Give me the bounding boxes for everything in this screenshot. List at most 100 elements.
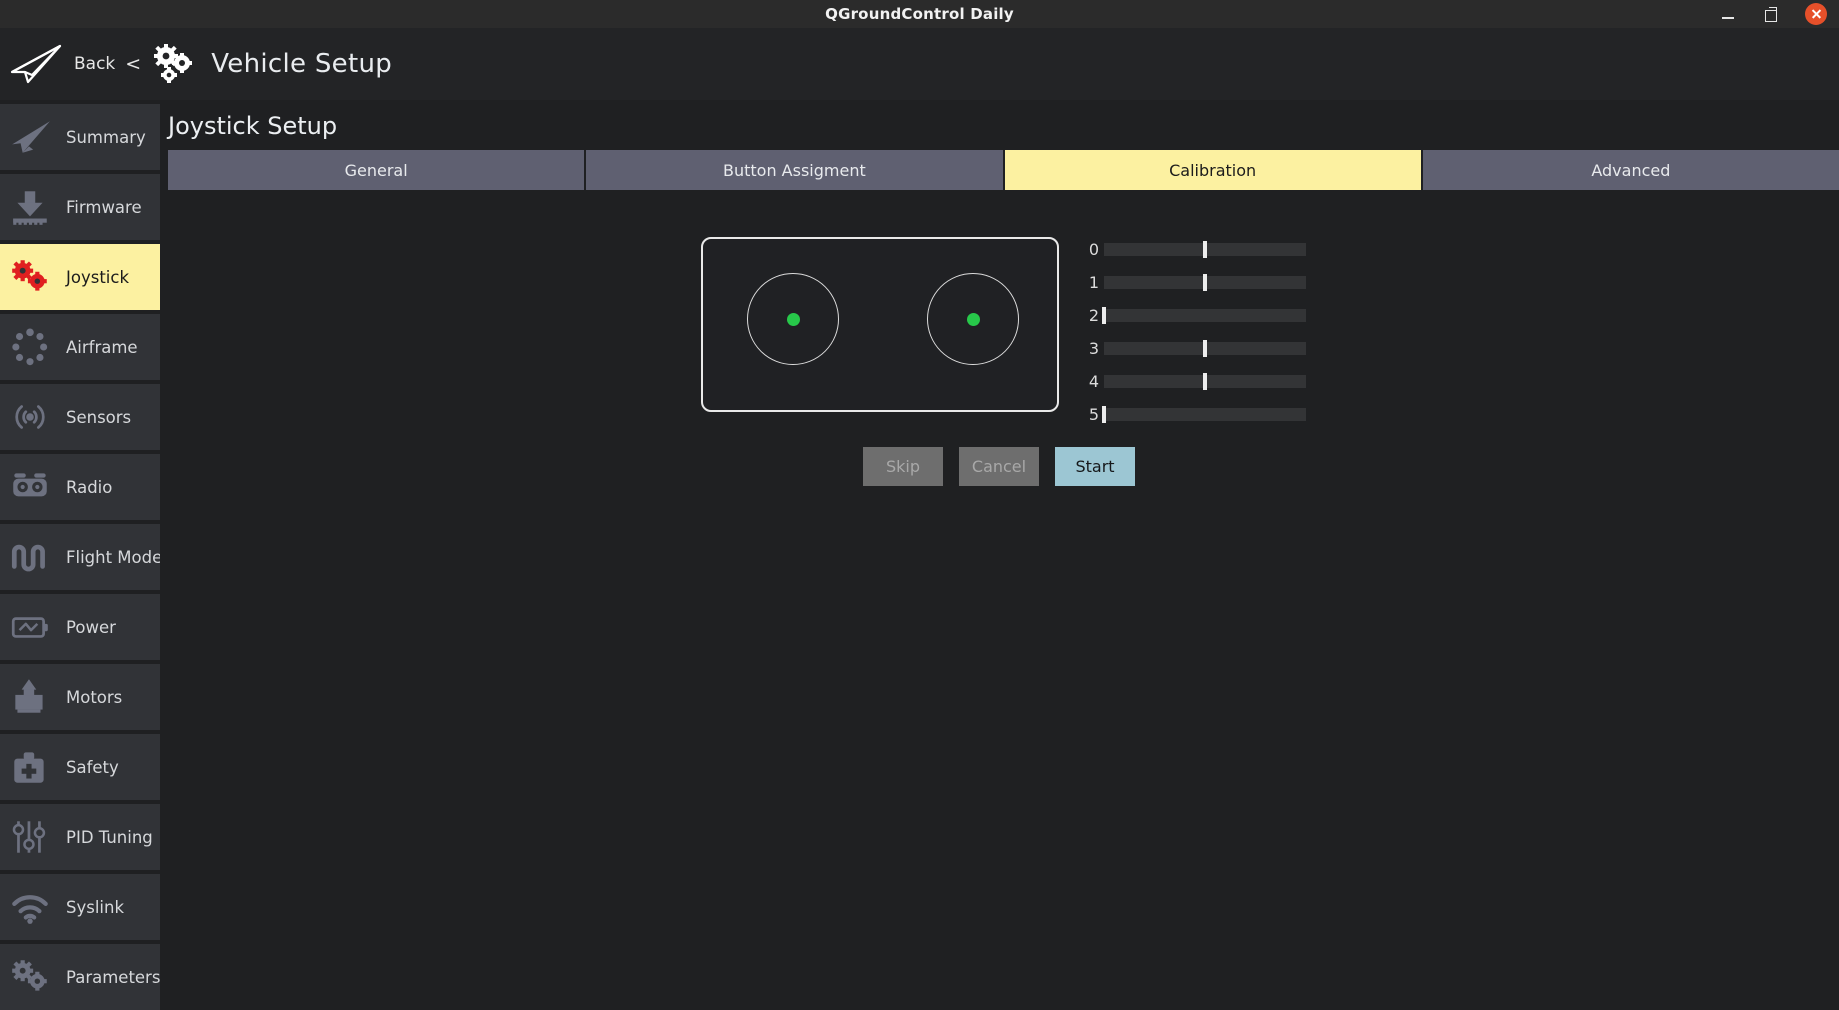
axis-row: 4	[1086, 365, 1306, 398]
tab-advanced[interactable]: Advanced	[1423, 150, 1839, 190]
axis-label: 1	[1086, 273, 1099, 292]
button-label: Start	[1075, 457, 1114, 476]
axis-bar	[1104, 276, 1306, 289]
axis-indicator	[1203, 373, 1207, 390]
sidebar-item-syslink[interactable]: Syslink	[0, 874, 160, 940]
sidebar-item-joystick[interactable]: Joystick	[0, 244, 160, 310]
left-stick-dot	[787, 313, 800, 326]
sidebar-item-summary[interactable]: Summary	[0, 104, 160, 170]
axis-bar	[1104, 408, 1306, 421]
axis-label: 2	[1086, 306, 1099, 325]
page-title: Joystick Setup	[160, 100, 1839, 140]
minimize-icon[interactable]	[1717, 3, 1739, 25]
axis-indicator	[1102, 307, 1106, 324]
left-stick-circle	[747, 273, 839, 365]
app-toolbar: Back < Vehicle Setup	[0, 28, 1839, 100]
sidebar-item-label: PID Tuning	[66, 828, 153, 847]
axis-indicator	[1203, 340, 1207, 357]
sidebar-item-label: Firmware	[66, 198, 142, 217]
window-controls	[1717, 0, 1839, 28]
sidebar-item-airframe[interactable]: Airframe	[0, 314, 160, 380]
back-label: Back	[74, 54, 115, 74]
sidebar-item-label: Motors	[66, 688, 122, 707]
tab-label: Button Assigment	[723, 161, 866, 180]
tab-bar: General Button Assigment Calibration Advanc…	[168, 150, 1839, 190]
skip-button: Skip	[863, 447, 943, 486]
sidebar-item-label: Syslink	[66, 898, 124, 917]
axis-label: 4	[1086, 372, 1099, 391]
window-title: QGroundControl Daily	[825, 5, 1014, 23]
axis-indicator	[1203, 274, 1207, 291]
axis-indicator	[1203, 241, 1207, 258]
gears-icon	[8, 257, 52, 297]
joystick-visual	[701, 237, 1059, 412]
page-heading: Vehicle Setup	[211, 49, 392, 79]
close-icon[interactable]	[1805, 3, 1827, 25]
download-icon	[8, 187, 52, 227]
axis-bar	[1104, 243, 1306, 256]
tab-button-assigment[interactable]: Button Assigment	[586, 150, 1002, 190]
axis-indicator	[1102, 406, 1106, 423]
axis-label: 3	[1086, 339, 1099, 358]
axis-row: 0	[1086, 233, 1306, 266]
first-aid-icon	[8, 747, 52, 787]
sidebar-item-label: Sensors	[66, 408, 131, 427]
sidebar-item-power[interactable]: Power	[0, 594, 160, 660]
axis-monitor: 0 1 2 3 4 5	[1086, 233, 1306, 431]
axis-bar	[1104, 309, 1306, 322]
tab-label: Advanced	[1591, 161, 1670, 180]
motor-icon	[8, 677, 52, 717]
sidebar-item-parameters[interactable]: Parameters	[0, 944, 160, 1010]
button-label: Cancel	[972, 457, 1026, 476]
cancel-button: Cancel	[959, 447, 1039, 486]
axis-row: 3	[1086, 332, 1306, 365]
back-button[interactable]: Back <	[0, 42, 141, 86]
sidebar-item-label: Parameters	[66, 968, 160, 987]
axis-label: 0	[1086, 240, 1099, 259]
maximize-icon[interactable]	[1761, 3, 1783, 25]
axis-bar	[1104, 342, 1306, 355]
start-button[interactable]: Start	[1055, 447, 1135, 486]
axis-row: 5	[1086, 398, 1306, 431]
sliders-icon	[8, 817, 52, 857]
axis-label: 5	[1086, 405, 1099, 424]
sidebar-item-label: Safety	[66, 758, 119, 777]
sidebar-item-label: Radio	[66, 478, 112, 497]
axis-bar	[1104, 375, 1306, 388]
gears-icon	[151, 42, 197, 86]
right-stick-dot	[967, 313, 980, 326]
wifi-icon	[8, 887, 52, 927]
radio-icon	[8, 467, 52, 507]
tab-general[interactable]: General	[168, 150, 584, 190]
waves-icon	[8, 537, 52, 577]
sidebar-item-sensors[interactable]: Sensors	[0, 384, 160, 450]
axis-row: 1	[1086, 266, 1306, 299]
setup-sidebar: Summary Firmware Joystick Airframe Sensors Ra…	[0, 100, 160, 966]
tab-label: General	[345, 161, 408, 180]
tab-label: Calibration	[1169, 161, 1256, 180]
chevron-left-icon: <	[125, 53, 141, 75]
axis-row: 2	[1086, 299, 1306, 332]
sidebar-item-radio[interactable]: Radio	[0, 454, 160, 520]
battery-icon	[8, 607, 52, 647]
tab-calibration[interactable]: Calibration	[1005, 150, 1421, 190]
sidebar-item-pid-tuning[interactable]: PID Tuning	[0, 804, 160, 870]
sidebar-item-motors[interactable]: Motors	[0, 664, 160, 730]
button-label: Skip	[886, 457, 920, 476]
sidebar-item-flight-modes[interactable]: Flight Modes	[0, 524, 160, 590]
paper-plane-icon	[8, 117, 52, 157]
sidebar-item-label: Joystick	[66, 268, 129, 287]
sidebar-item-label: Power	[66, 618, 116, 637]
window-titlebar: QGroundControl Daily	[0, 0, 1839, 28]
sidebar-item-firmware[interactable]: Firmware	[0, 174, 160, 240]
sidebar-item-label: Flight Modes	[66, 548, 171, 567]
sidebar-item-label: Airframe	[66, 338, 138, 357]
paper-plane-icon	[8, 42, 64, 86]
airframe-icon	[8, 327, 52, 367]
sidebar-item-label: Summary	[66, 128, 146, 147]
calibration-actions: Skip Cancel Start	[863, 447, 1135, 486]
sidebar-item-safety[interactable]: Safety	[0, 734, 160, 800]
sensors-icon	[8, 397, 52, 437]
main-content: Joystick Setup	[160, 100, 1839, 966]
gears-icon	[8, 957, 52, 997]
